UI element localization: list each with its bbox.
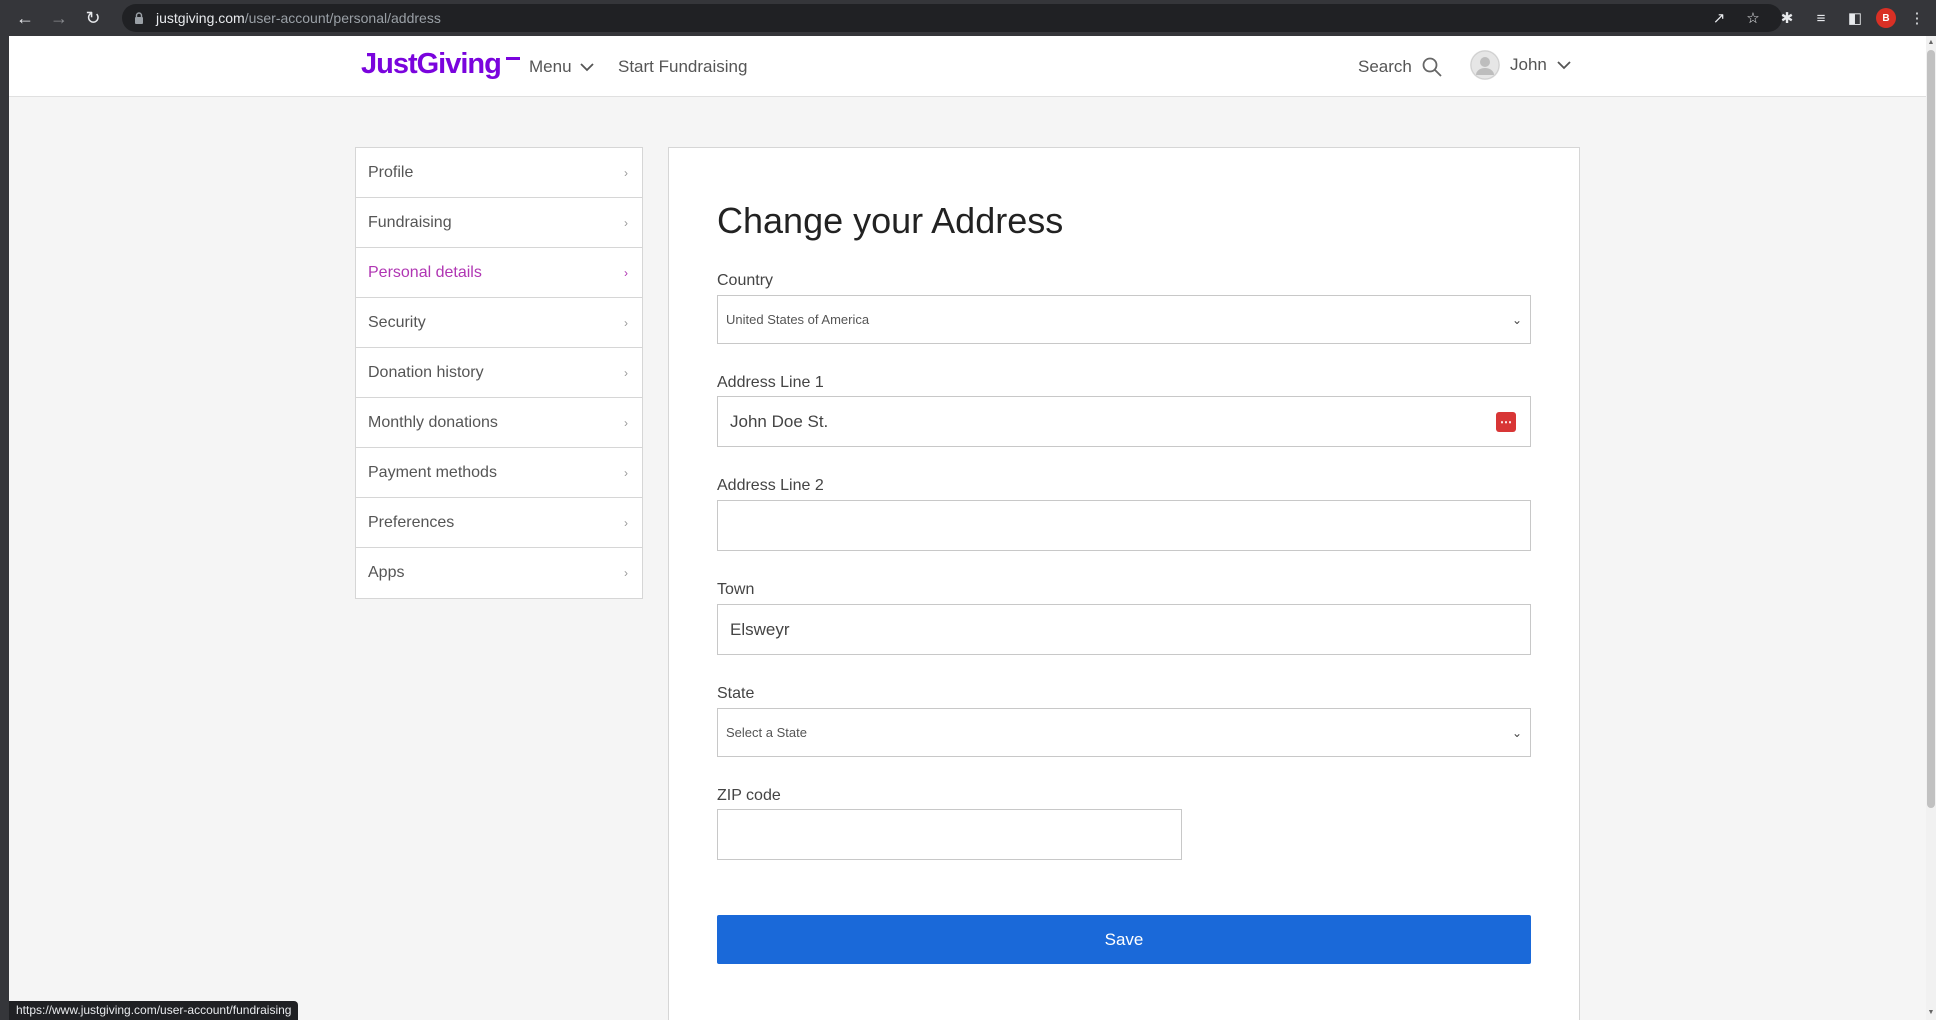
town-value: Elsweyr [730, 619, 790, 639]
site-header: JustGiving Menu Start Fundraising Search… [9, 36, 1926, 97]
address-line-2-input[interactable] [717, 500, 1531, 551]
town-input[interactable]: Elsweyr [717, 604, 1531, 655]
chevron-right-icon: › [624, 515, 628, 530]
state-value: Select a State [726, 725, 807, 740]
user-name: John [1510, 55, 1547, 74]
sidebar-item-label: Security [368, 313, 426, 331]
sidebar-item-label: Apps [368, 564, 405, 581]
menu-label: Menu [529, 57, 572, 76]
profile-avatar[interactable]: B [1876, 8, 1896, 28]
page-title: Change your Address [717, 200, 1064, 241]
sidebar-item-label: Payment methods [368, 463, 497, 481]
scroll-up-icon[interactable]: ▲ [1926, 38, 1936, 48]
sidebar-item-fundraising[interactable]: Fundraising › [356, 198, 642, 248]
forward-icon[interactable]: → [44, 3, 74, 33]
chevron-right-icon: › [624, 465, 628, 480]
menu-button[interactable]: Menu [529, 57, 594, 77]
sidebar-item-personal-details[interactable]: Personal details › [356, 248, 642, 298]
chevron-right-icon: › [624, 415, 628, 430]
share-icon[interactable]: ↗ [1706, 5, 1732, 31]
logo-accent [506, 57, 520, 60]
chevron-right-icon: › [624, 215, 628, 230]
justgiving-logo[interactable]: JustGiving [361, 48, 502, 81]
sidebar-item-label: Preferences [368, 513, 455, 531]
sidebar-item-donation-history[interactable]: Donation history › [356, 348, 642, 398]
chevron-right-icon: › [624, 165, 628, 180]
start-fundraising-link[interactable]: Start Fundraising [618, 57, 747, 77]
country-select[interactable]: United States of America ⌄ [717, 295, 1531, 344]
user-menu-button[interactable]: John [1470, 50, 1571, 80]
sidebar-item-payment-methods[interactable]: Payment methods › [356, 448, 642, 498]
lock-icon [135, 12, 143, 24]
state-select[interactable]: Select a State ⌄ [717, 708, 1531, 757]
reading-list-icon[interactable]: ≡ [1808, 5, 1834, 31]
chevron-right-icon: › [624, 566, 628, 580]
sidebar-item-security[interactable]: Security › [356, 298, 642, 348]
chevron-down-icon [1557, 60, 1571, 69]
search-label: Search [1358, 57, 1412, 76]
back-icon[interactable]: ← [10, 3, 40, 33]
address-line-1-input[interactable]: John Doe St. ⋯ [717, 396, 1531, 447]
sidebar-item-apps[interactable]: Apps › [356, 548, 642, 598]
address-bar[interactable]: justgiving.com/user-account/personal/add… [122, 4, 1782, 32]
save-button[interactable]: Save [717, 915, 1531, 964]
url-path: /user-account/personal/address [244, 10, 441, 26]
search-button[interactable]: Search [1358, 57, 1442, 77]
sidebar-item-label: Fundraising [368, 213, 452, 231]
sidebar-item-preferences[interactable]: Preferences › [356, 498, 642, 548]
sidebar-item-label: Profile [368, 163, 414, 181]
scroll-down-icon[interactable]: ▼ [1926, 1008, 1936, 1018]
sidebar-item-monthly-donations[interactable]: Monthly donations › [356, 398, 642, 448]
town-label: Town [717, 581, 755, 598]
chevron-down-icon: ⌄ [1511, 312, 1522, 327]
account-side-nav: Profile › Fundraising › Personal details › … [355, 147, 643, 599]
browser-toolbar: ← → ↻ justgiving.com/user-account/person… [0, 0, 1936, 36]
chevron-right-icon: › [624, 315, 628, 330]
chevron-right-icon: › [624, 265, 628, 280]
chevron-right-icon: › [624, 365, 628, 380]
search-icon [1422, 57, 1442, 77]
chevron-down-icon [579, 62, 594, 71]
address-form-panel: Change your Address Country United State… [668, 147, 1580, 1020]
page-scrollbar[interactable]: ▲ ▼ [1926, 36, 1936, 1020]
side-panel-icon[interactable]: ◧ [1842, 5, 1868, 31]
sidebar-item-label: Monthly donations [368, 413, 498, 431]
country-value: United States of America [726, 312, 870, 327]
sidebar-item-label: Donation history [368, 363, 484, 381]
chevron-down-icon: ⌄ [1511, 725, 1522, 740]
status-bar-url: https://www.justgiving.com/user-account/… [9, 1001, 299, 1020]
extensions-icon[interactable]: ✱ [1774, 5, 1800, 31]
state-label: State [717, 685, 755, 702]
country-label: Country [717, 272, 774, 289]
address-line-1-label: Address Line 1 [717, 374, 824, 391]
address-line-1-value: John Doe St. [730, 411, 829, 431]
zip-label: ZIP code [717, 787, 781, 804]
zip-input[interactable] [717, 809, 1182, 860]
sidebar-item-profile[interactable]: Profile › [356, 148, 642, 198]
address-line-2-label: Address Line 2 [717, 477, 824, 494]
sidebar-item-label: Personal details [368, 263, 482, 281]
bookmark-star-icon[interactable]: ☆ [1740, 5, 1766, 31]
user-avatar-icon [1470, 50, 1500, 80]
scroll-thumb[interactable] [1927, 50, 1935, 808]
window-edge [0, 36, 9, 1020]
reload-icon[interactable]: ↻ [78, 3, 108, 33]
password-manager-icon[interactable]: ⋯ [1496, 412, 1516, 432]
url-host: justgiving.com [156, 10, 245, 26]
kebab-menu-icon[interactable]: ⋮ [1904, 5, 1930, 31]
